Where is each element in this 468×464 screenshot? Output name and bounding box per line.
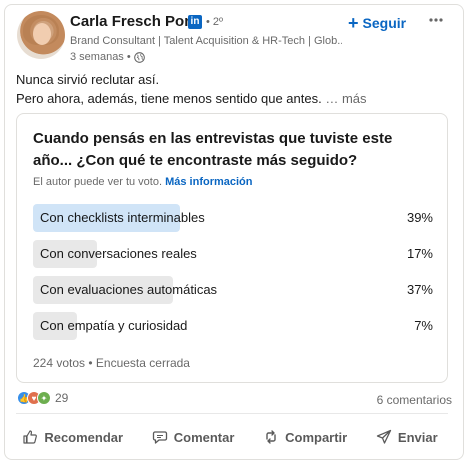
poll-option-percent: 39% [406, 210, 433, 225]
poll-note-text: El autor puede ver tu voto. [33, 176, 163, 188]
action-bar: Recomendar Comentar Compartir Enviar [8, 420, 452, 454]
poll-option[interactable]: Con checklists interminables 39% [33, 204, 433, 232]
like-label: Recomendar [44, 429, 124, 445]
poll-option[interactable]: Con empatía y curiosidad 7% [33, 312, 433, 340]
poll-visibility-note: El autor puede ver tu voto. Más informac… [33, 176, 253, 188]
author-avatar[interactable] [17, 11, 65, 59]
send-icon [376, 429, 392, 444]
comment-button[interactable]: Comentar [144, 420, 243, 454]
reaction-count: 29 [55, 391, 69, 405]
follow-label: Seguir [362, 15, 407, 31]
poll-footer: 224 votos • Encuesta cerrada [33, 356, 190, 370]
poll-option[interactable]: Con evaluaciones automáticas 37% [33, 276, 433, 304]
connection-degree: • 2º [206, 16, 224, 28]
repost-button[interactable]: Compartir [255, 420, 355, 454]
follow-button[interactable]: + Seguir [348, 12, 406, 34]
post-line-1: Nunca sirvió reclutar así. [16, 72, 160, 87]
divider [16, 413, 448, 414]
like-button[interactable]: Recomendar [14, 420, 131, 454]
poll-option-label: Con empatía y curiosidad [40, 318, 188, 333]
post-text: Nunca sirvió reclutar así. Pero ahora, a… [16, 70, 448, 108]
more-info-link[interactable]: Más información [165, 176, 252, 188]
poll-option[interactable]: Con conversaciones reales 17% [33, 240, 433, 268]
reactions-summary[interactable]: 👍 ♥ ✦ 29 [17, 391, 68, 405]
repost-icon [266, 430, 276, 444]
poll-option-percent: 7% [414, 318, 433, 333]
repost-label: Compartir [285, 429, 348, 445]
linkedin-premium-icon: in [188, 15, 202, 29]
author-headline: Brand Consultant | Talent Acquisition & … [70, 35, 342, 47]
poll-question: Cuando pensás en las entrevistas que tuv… [33, 130, 393, 169]
poll-option-percent: 17% [406, 246, 433, 261]
send-label: Enviar [397, 429, 438, 445]
thumbs-up-icon [23, 430, 38, 444]
poll-option-label: Con conversaciones reales [40, 246, 197, 261]
more-options-button[interactable] [424, 8, 448, 32]
poll-option-label: Con checklists interminables [40, 210, 205, 225]
post-time: 3 semanas • [70, 51, 131, 63]
post-line-2: Pero ahora, además, tiene menos sentido … [16, 91, 322, 106]
poll-card: Cuando pensás en las entrevistas que tuv… [16, 113, 448, 383]
comment-icon [152, 431, 167, 444]
see-more-link[interactable]: … más [325, 91, 366, 106]
globe-icon [133, 51, 145, 63]
celebrate-reaction-icon: ✦ [37, 391, 51, 405]
comment-label: Comentar [173, 429, 235, 445]
poll-option-percent: 37% [406, 282, 433, 297]
post-time-row: 3 semanas • [70, 51, 145, 63]
send-button[interactable]: Enviar [368, 420, 446, 454]
avatar-face [33, 23, 51, 45]
author-name[interactable]: Carla Fresch Pons [70, 13, 202, 30]
comments-count[interactable]: 6 comentarios [377, 393, 452, 407]
poll-option-label: Con evaluaciones automáticas [40, 282, 218, 297]
plus-icon: + [348, 13, 359, 33]
more-horizontal-icon [429, 18, 443, 22]
